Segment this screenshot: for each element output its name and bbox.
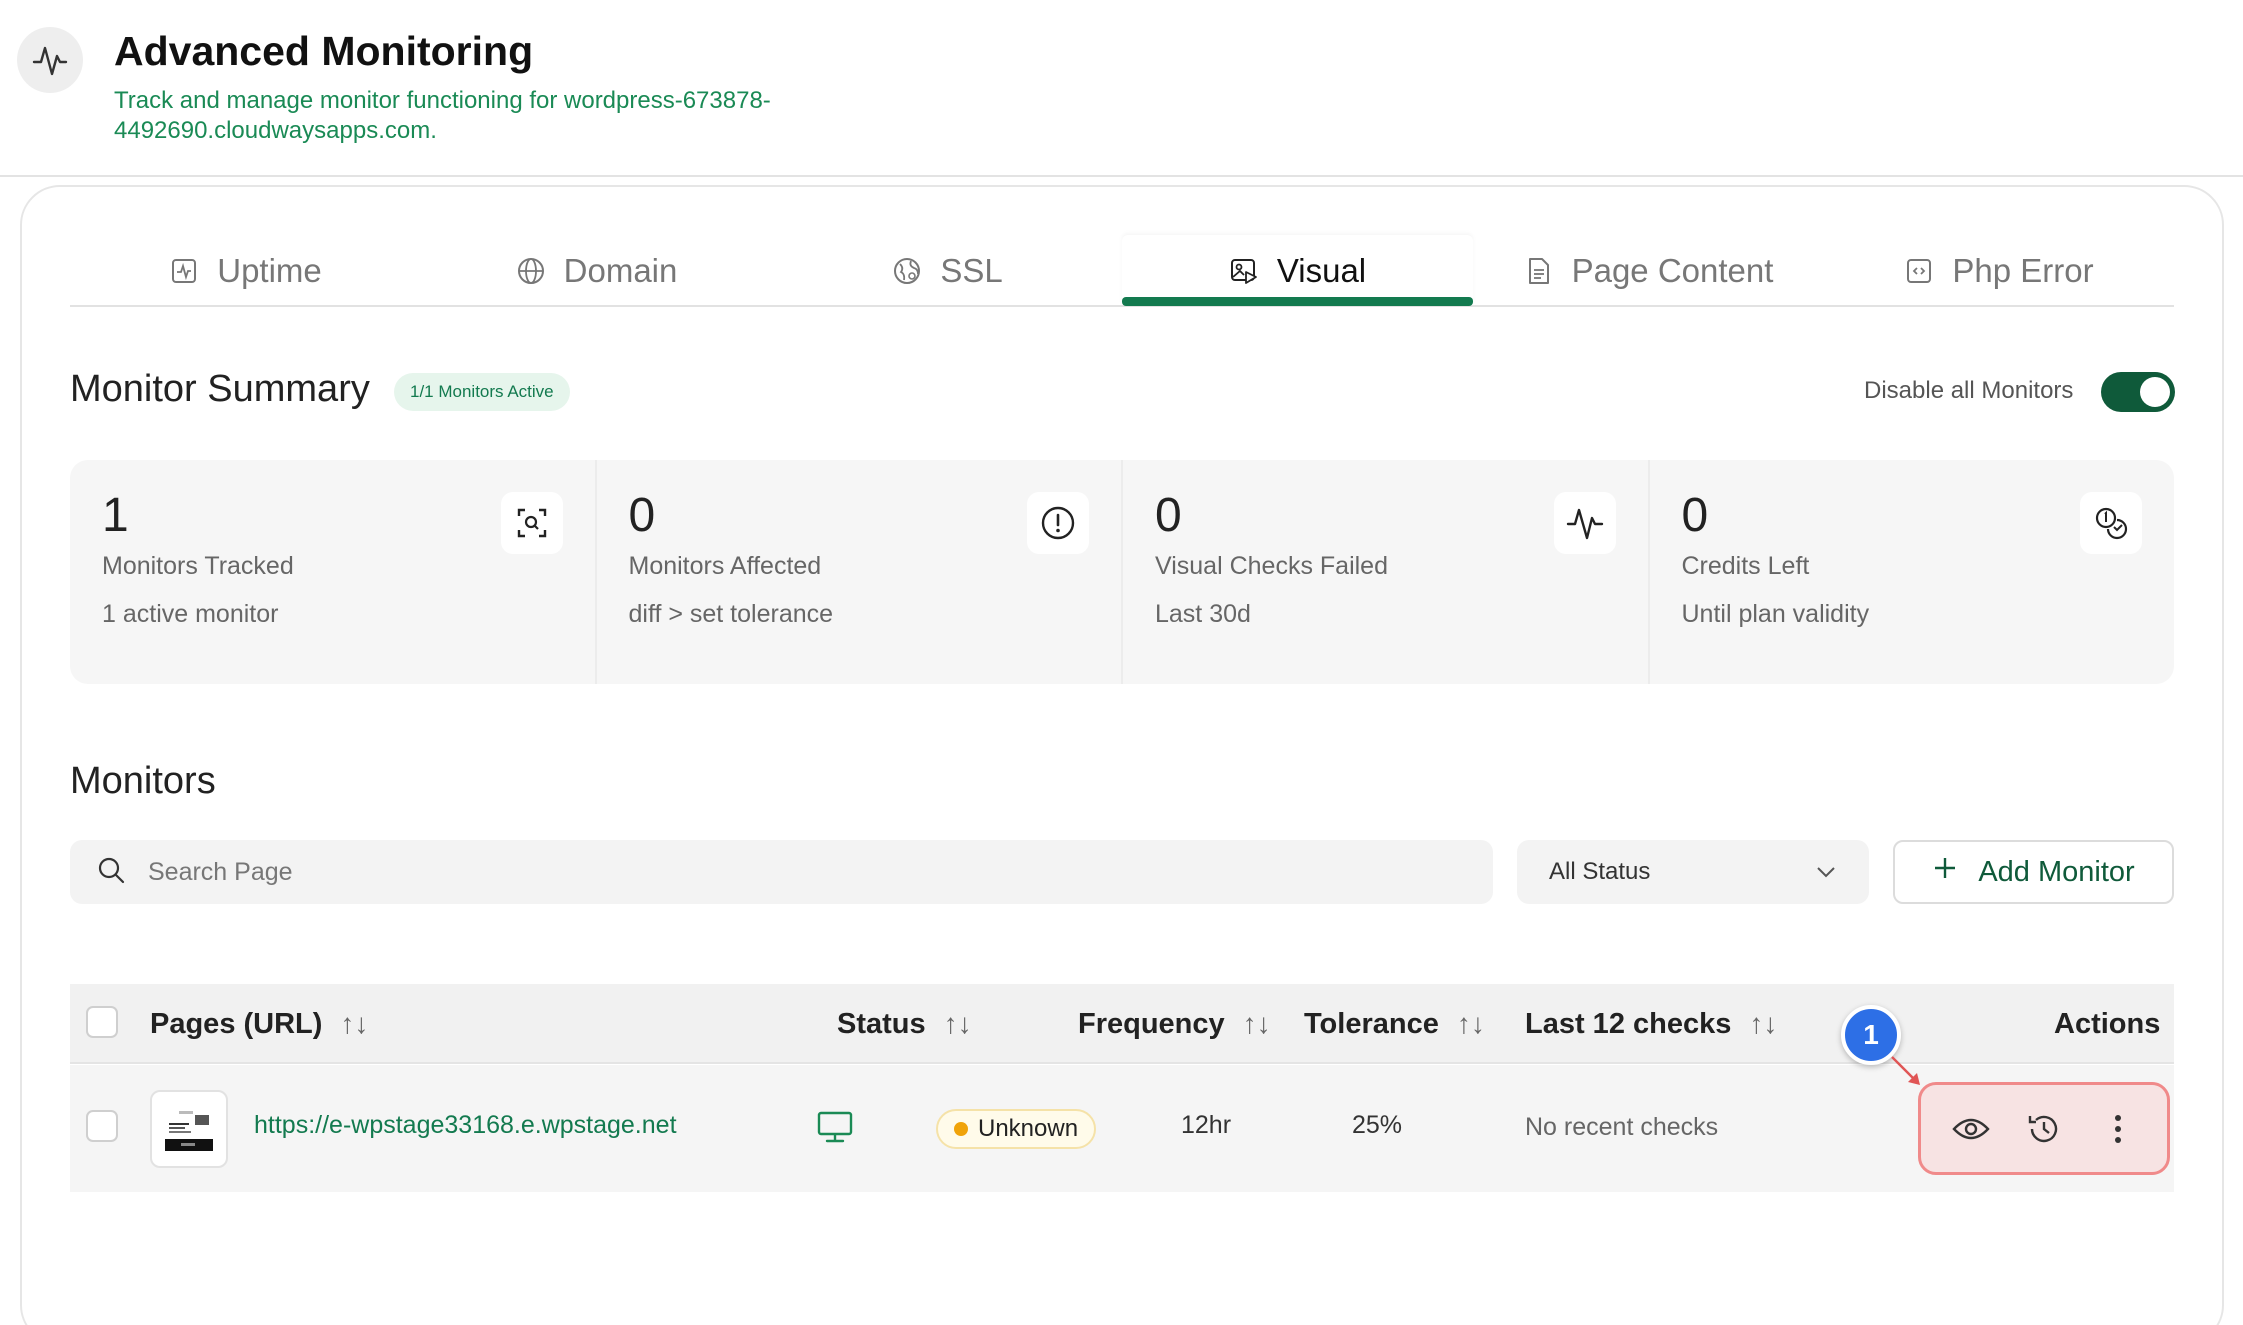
sort-icon: ↑↓ [943,1008,972,1039]
desktop-icon [816,1109,854,1150]
row-checkbox[interactable] [86,1110,118,1142]
pulse-icon [17,27,83,93]
column-header-frequency[interactable]: Frequency ↑↓ [1078,984,1271,1064]
tab-label: Visual [1276,252,1367,289]
document-icon [1524,256,1554,286]
page-header: Advanced Monitoring Track and manage mon… [0,0,2243,177]
add-monitor-label: Add Monitor [1978,855,2135,888]
stat-subtext: 1 active monitor [102,600,279,628]
monitors-title: Monitors [70,760,216,802]
pulse-icon [1553,492,1616,554]
column-label: Status [837,1007,926,1040]
tab-label: SSL [940,252,1003,289]
tab-label: Php Error [1952,252,2094,289]
summary-title: Monitor Summary [70,368,370,410]
column-label: Last 12 checks [1525,1007,1732,1040]
stat-label: Monitors Affected [628,552,822,580]
column-label: Tolerance [1304,1007,1439,1040]
frequency-value: 12hr [1181,1111,1232,1139]
stat-label: Visual Checks Failed [1155,552,1388,580]
view-icon[interactable] [1947,1105,1995,1153]
search-icon [96,855,126,890]
column-header-status[interactable]: Status ↑↓ [837,984,972,1064]
active-monitors-badge: 1/1 Monitors Active [394,373,570,411]
page-url-link[interactable]: https://e-wpstage33168.e.wpstage.net [254,1111,677,1140]
column-header-tolerance[interactable]: Tolerance ↑↓ [1304,984,1485,1064]
column-label: Actions [2054,1007,2161,1040]
visual-image-icon [1229,256,1259,286]
more-options-icon[interactable] [2094,1105,2142,1153]
tab-php-error[interactable]: Php Error [1824,235,2174,307]
stat-subtext: Until plan validity [1681,600,1870,628]
scan-search-icon [500,492,563,554]
stat-value: 0 [628,489,656,542]
plus-icon [1932,855,1958,889]
stat-monitors-tracked: 1 Monitors Tracked 1 active monitor [70,460,597,684]
coins-icon [2080,492,2142,554]
stat-monitors-affected: 0 Monitors Affected diff > set tolerance [597,460,1123,684]
page-subtitle: Track and manage monitor functioning for… [114,87,771,144]
history-icon[interactable] [2020,1105,2068,1153]
sort-icon: ↑↓ [340,1008,369,1039]
status-badge: Unknown [936,1109,1097,1149]
last-checks-value: No recent checks [1525,1113,1719,1141]
tolerance-value: 25% [1352,1111,1403,1139]
select-all-checkbox[interactable] [86,1006,118,1038]
tab-label: Domain [563,252,678,289]
stat-visual-checks-failed: 0 Visual Checks Failed Last 30d [1123,460,1650,684]
sort-icon: ↑↓ [1749,1008,1778,1039]
summary-stats: 1 Monitors Tracked 1 active monitor 0 Mo… [70,460,2174,684]
globe-icon [516,256,546,286]
tab-ssl[interactable]: SSL [772,235,1123,307]
tab-domain[interactable]: Domain [421,235,772,307]
tab-label: Uptime [217,252,322,289]
row-actions [1918,1082,2170,1175]
sort-icon: ↑↓ [1456,1008,1485,1039]
search-bar [70,840,1493,904]
status-filter-select[interactable]: All Status [1517,840,1869,904]
disable-all-label: Disable all Monitors [1864,377,2074,404]
tab-uptime[interactable]: Uptime [70,235,421,307]
annotation-arrow [1890,1055,1930,1100]
ssl-globe-icon [892,256,922,286]
toggle-knob [2140,377,2170,407]
code-icon [1904,256,1934,286]
column-header-last-checks[interactable]: Last 12 checks ↑↓ [1525,984,1777,1064]
disable-all-toggle[interactable] [2101,372,2175,412]
column-header-pages[interactable]: Pages (URL) ↑↓ [150,984,368,1064]
search-input[interactable] [148,857,1448,887]
stat-value: 0 [1155,489,1182,542]
stat-label: Credits Left [1681,552,1810,580]
status-dot [954,1122,968,1136]
tab-label: Page Content [1571,252,1774,289]
stat-credits-left: 0 Credits Left Until plan validity [1650,460,2175,684]
column-header-actions: Actions [2054,984,2160,1064]
sort-icon: ↑↓ [1242,1008,1271,1039]
column-label: Pages (URL) [150,1007,323,1040]
add-monitor-button[interactable]: Add Monitor [1893,840,2174,904]
table-row: https://e-wpstage33168.e.wpstage.net Unk… [70,1065,2174,1192]
stat-subtext: Last 30d [1155,600,1251,628]
chevron-down-icon [1815,858,1837,886]
column-label: Frequency [1078,1007,1225,1040]
alert-circle-icon [1027,492,1089,554]
stat-subtext: diff > set tolerance [628,600,834,628]
page-title: Advanced Monitoring [114,28,534,74]
tab-page-content[interactable]: Page Content [1473,235,1824,307]
monitor-tabs: Uptime Domain SSL Visual Page Content Ph… [70,235,2174,307]
stat-label: Monitors Tracked [102,552,294,580]
stat-value: 1 [102,489,129,542]
stat-value: 0 [1681,489,1709,542]
uptime-icon [169,256,199,286]
status-filter-value: All Status [1549,858,1651,885]
active-tab-indicator [1122,297,1473,306]
page-thumbnail [150,1090,228,1168]
status-text: Unknown [978,1115,1079,1142]
